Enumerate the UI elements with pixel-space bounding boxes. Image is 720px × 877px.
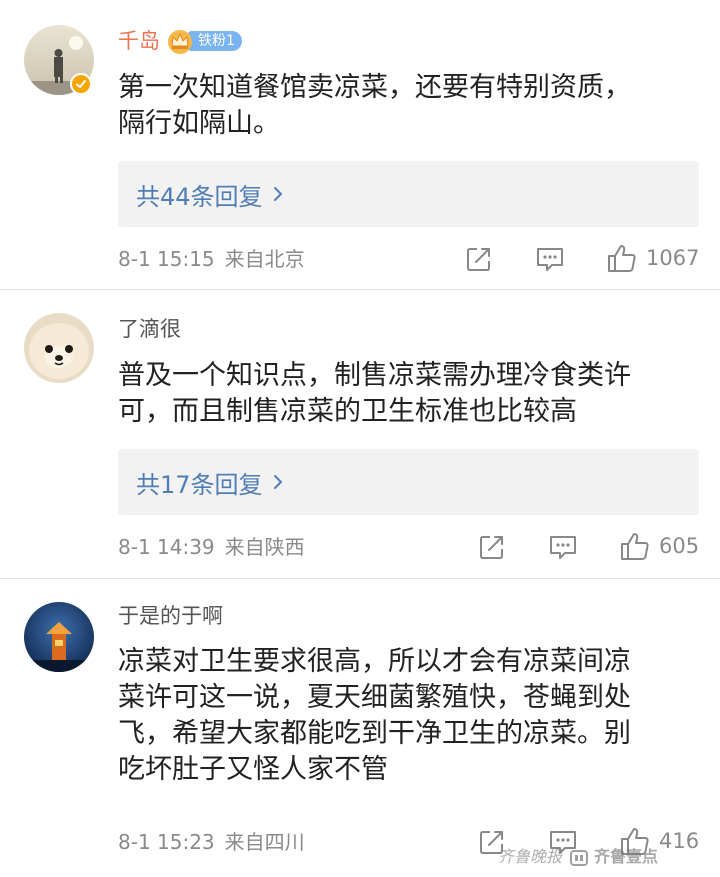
- comment-text-line: 可，而且制售凉菜的卫生标准也比较高: [118, 396, 577, 427]
- comment-button[interactable]: [547, 530, 579, 564]
- comment-header: 千岛 铁粉1: [118, 26, 242, 56]
- thumbs-up-icon: [621, 533, 649, 560]
- watermark-right-label: 齐鲁壹点: [594, 847, 659, 866]
- fan-badge-label: 铁粉1: [188, 31, 242, 51]
- share-button[interactable]: [464, 242, 494, 276]
- thumbs-up-icon: [608, 245, 636, 272]
- comment-text-line: 第一次知道餐馆卖凉菜，还要有特别资质，: [118, 72, 631, 103]
- avatar[interactable]: [24, 602, 94, 672]
- comment-meta: 8-1 14:39 来自陕西: [118, 532, 305, 562]
- like-button[interactable]: 605: [619, 529, 699, 563]
- watermark-left: 齐鲁晚报: [498, 847, 563, 866]
- comment-icon: [537, 248, 563, 271]
- avatar-image: [24, 313, 94, 383]
- username[interactable]: 了滴很: [118, 314, 181, 344]
- comment-text: 普及一个知识点，制售凉菜需办理冷食类许 可，而且制售凉菜的卫生标准也比较高: [118, 358, 698, 430]
- like-count: 605: [659, 534, 700, 558]
- comment-date: 8-1 14:39: [118, 535, 215, 559]
- verified-badge-icon: [70, 73, 92, 95]
- comment-item: 千岛 铁粉1 第一次知道餐馆卖凉菜，还要有特别资质， 隔行如隔山。 共44条回复…: [0, 0, 720, 290]
- watermark: 齐鲁晚报 齐鲁壹点: [498, 840, 658, 870]
- comment-icon: [550, 536, 576, 559]
- comment-text: 凉菜对卫生要求很高，所以才会有凉菜间凉 菜许可这一说，夏天细菌繁殖快，苍蝇到处 …: [118, 644, 698, 788]
- fan-badge[interactable]: 铁粉1: [166, 27, 242, 55]
- username[interactable]: 千岛: [118, 26, 160, 56]
- comment-meta: 8-1 15:23 来自四川: [118, 827, 305, 857]
- comment-item: 了滴很 普及一个知识点，制售凉菜需办理冷食类许 可，而且制售凉菜的卫生标准也比较…: [0, 290, 720, 580]
- chevron-right-icon: [273, 187, 282, 201]
- comment-location: 来自陕西: [224, 535, 305, 559]
- username[interactable]: 于是的于啊: [118, 601, 223, 631]
- comment-text-line: 凉菜对卫生要求很高，所以才会有凉菜间凉: [118, 646, 631, 677]
- brand-logo-icon: [570, 849, 589, 866]
- comment-location: 来自四川: [224, 830, 305, 854]
- comment-date: 8-1 15:15: [118, 247, 215, 271]
- like-count: 416: [659, 829, 700, 853]
- share-icon: [480, 536, 503, 559]
- reply-count-label: 共44条回复: [136, 182, 263, 211]
- like-button[interactable]: 1067: [606, 241, 699, 275]
- view-replies-button[interactable]: 共44条回复: [118, 161, 699, 227]
- comment-meta: 8-1 15:15 来自北京: [118, 244, 305, 274]
- avatar-image: [24, 602, 94, 672]
- view-replies-button[interactable]: 共17条回复: [118, 449, 699, 515]
- chevron-right-icon: [273, 475, 282, 489]
- comment-header: 于是的于啊: [118, 601, 223, 631]
- comment-text-line: 隔行如隔山。: [118, 108, 280, 139]
- share-icon: [467, 248, 490, 271]
- share-button[interactable]: [477, 530, 507, 564]
- comment-text-line: 普及一个知识点，制售凉菜需办理冷食类许: [118, 360, 631, 391]
- crown-icon: [168, 30, 192, 54]
- reply-count-label: 共17条回复: [136, 470, 263, 499]
- comment-location: 来自北京: [224, 247, 305, 271]
- watermark-right: 齐鲁壹点: [570, 843, 658, 867]
- comment-date: 8-1 15:23: [118, 830, 215, 854]
- comment-item: 于是的于啊 凉菜对卫生要求很高，所以才会有凉菜间凉 菜许可这一说，夏天细菌繁殖快…: [0, 579, 720, 877]
- comment-text-line: 吃坏肚子又怪人家不管: [118, 754, 388, 785]
- avatar[interactable]: [24, 313, 94, 383]
- comment-button[interactable]: [534, 242, 566, 276]
- comment-text-line: 飞，希望大家都能吃到干净卫生的凉菜。别: [118, 718, 631, 749]
- comment-text: 第一次知道餐馆卖凉菜，还要有特别资质， 隔行如隔山。: [118, 70, 698, 142]
- comment-text-line: 菜许可这一说，夏天细菌繁殖快，苍蝇到处: [118, 682, 631, 713]
- like-count: 1067: [646, 246, 700, 270]
- comment-header: 了滴很: [118, 314, 181, 344]
